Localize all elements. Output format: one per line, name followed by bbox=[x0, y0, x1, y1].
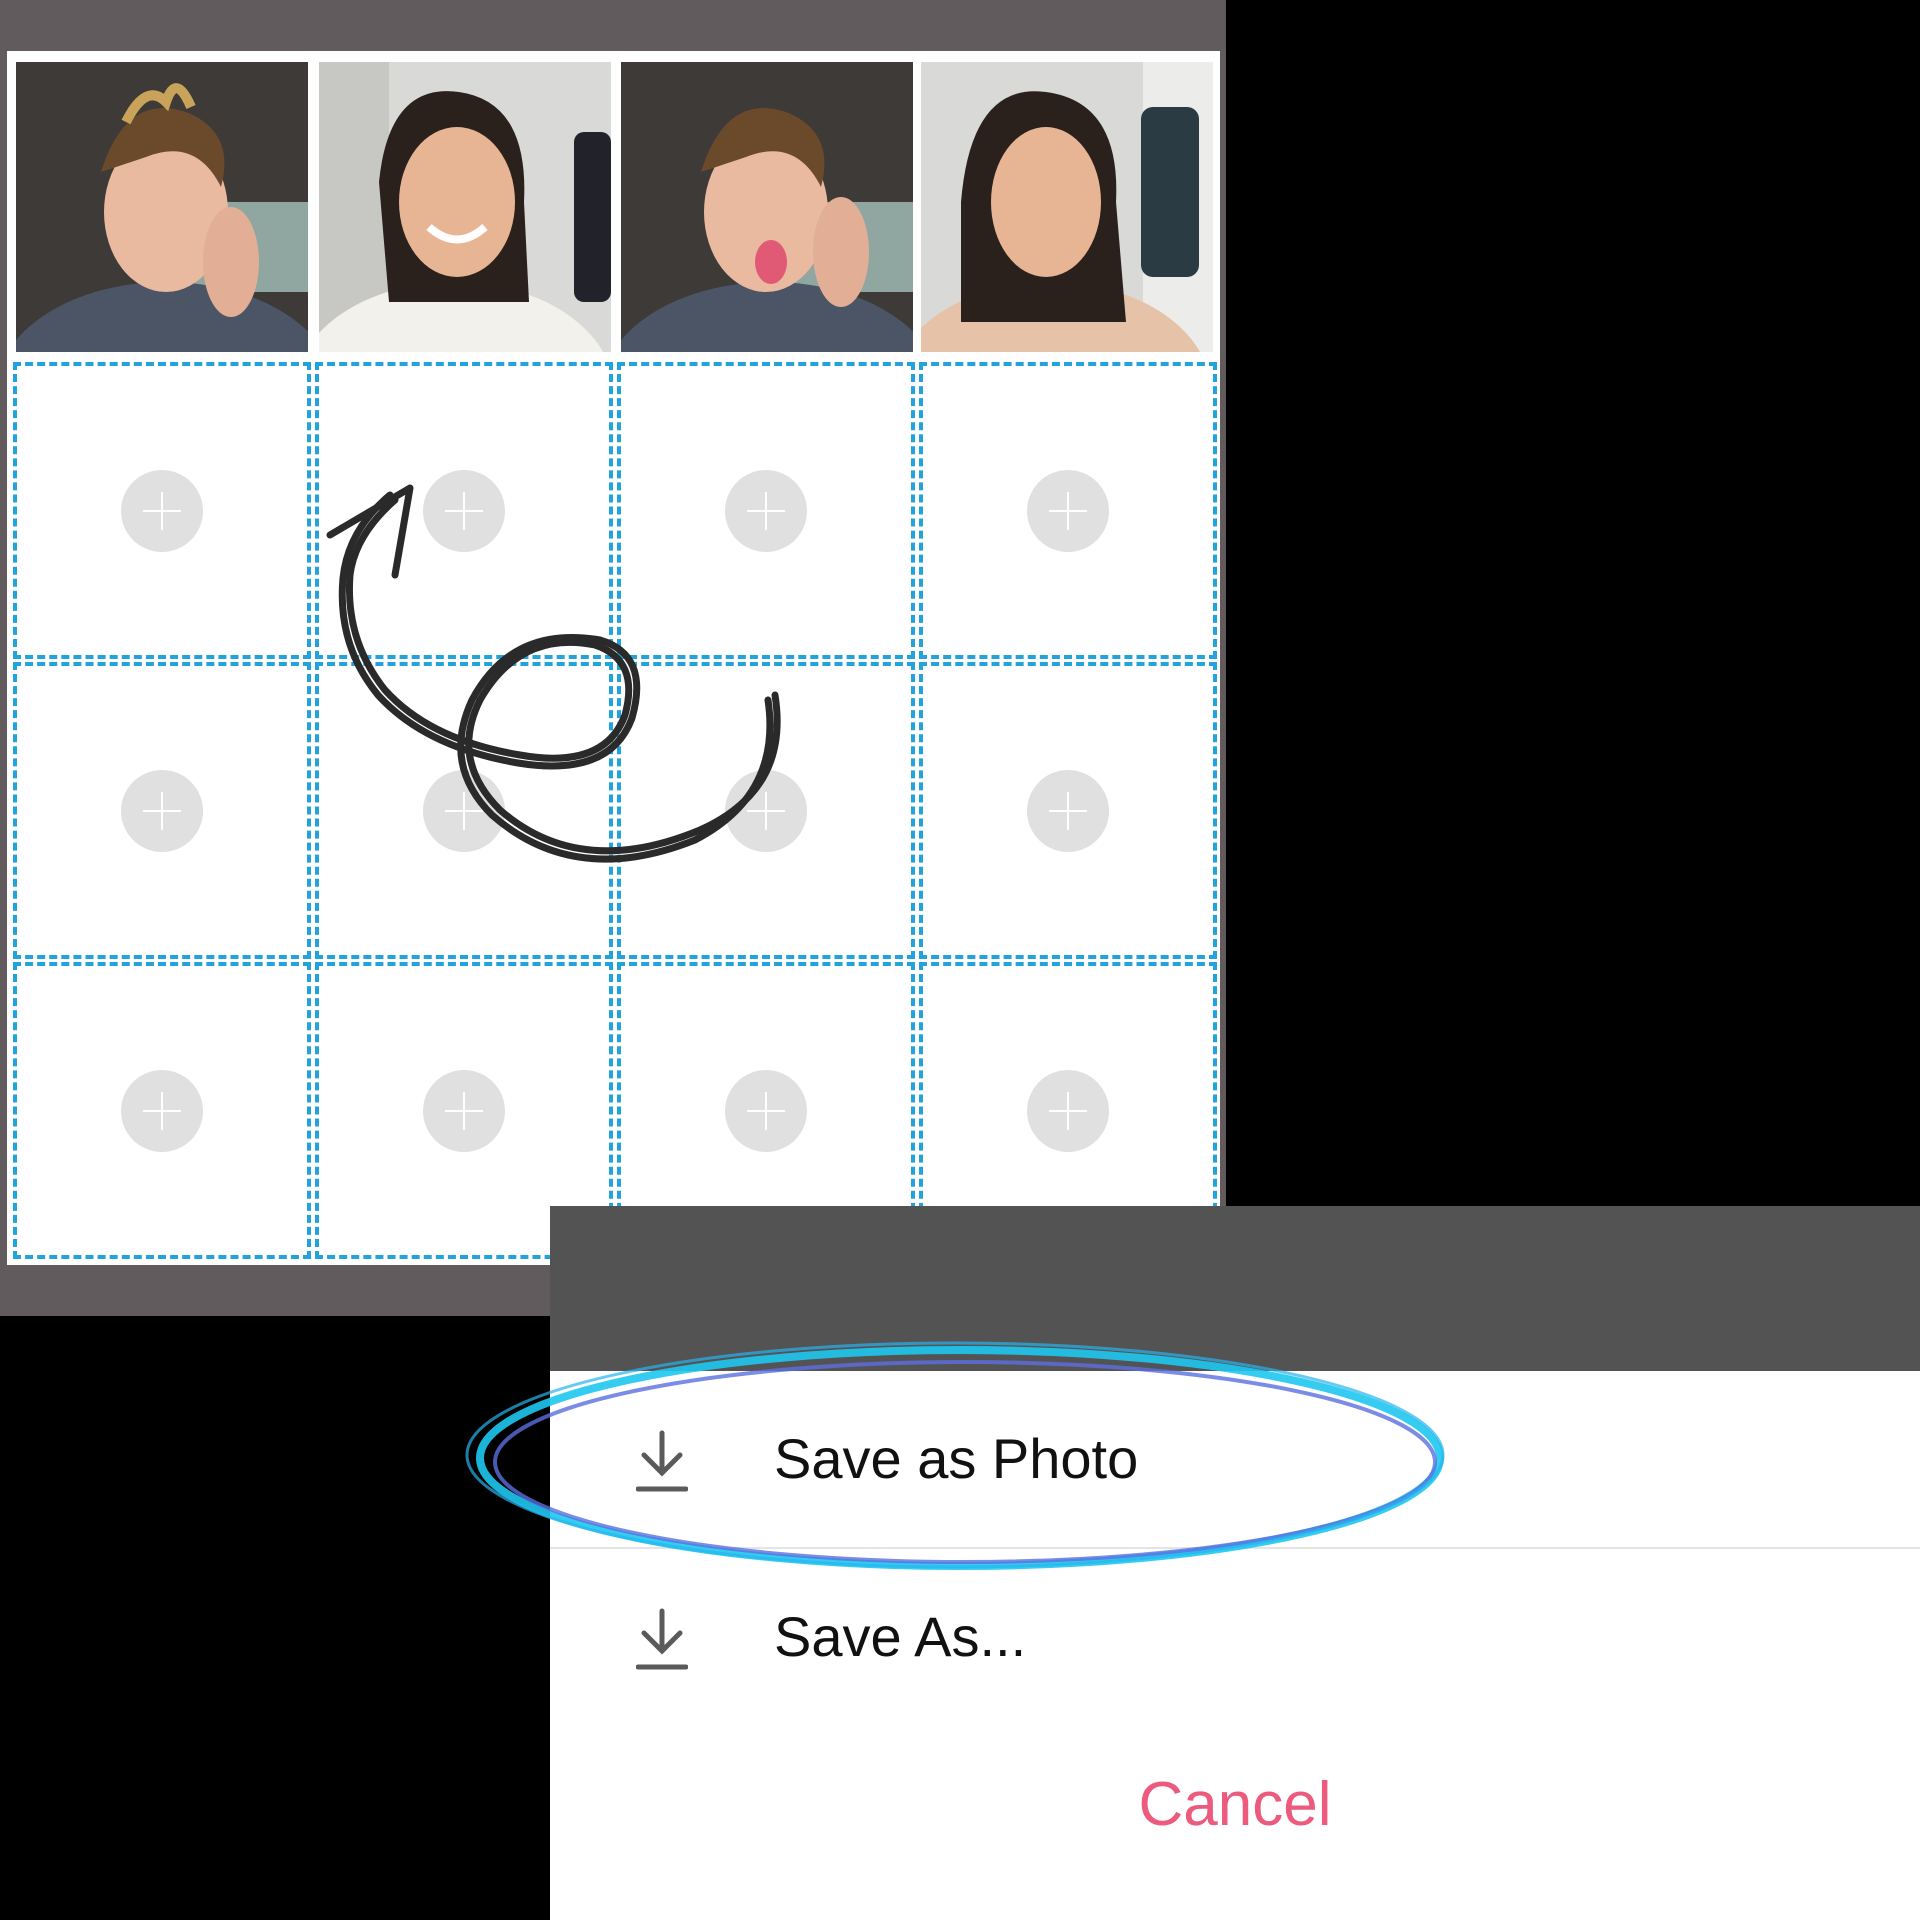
empty-slot[interactable] bbox=[315, 662, 613, 959]
download-icon bbox=[636, 1608, 688, 1670]
plus-icon[interactable] bbox=[1027, 469, 1109, 552]
save-action-sheet: Save as Photo Save As... Cancel bbox=[550, 1371, 1920, 1920]
grid-photo-3[interactable] bbox=[621, 62, 913, 352]
selfie-photo-3 bbox=[621, 62, 913, 352]
selfie-photo-2 bbox=[319, 62, 611, 352]
plus-icon[interactable] bbox=[725, 469, 807, 552]
plus-icon[interactable] bbox=[1027, 1069, 1109, 1152]
plus-icon[interactable] bbox=[423, 1069, 505, 1152]
plus-icon[interactable] bbox=[423, 769, 505, 852]
plus-icon[interactable] bbox=[121, 769, 203, 852]
grid-photo-1[interactable] bbox=[16, 62, 308, 352]
grid-photo-2[interactable] bbox=[319, 62, 611, 352]
empty-slot[interactable] bbox=[617, 662, 915, 959]
plus-icon[interactable] bbox=[725, 769, 807, 852]
empty-slot[interactable] bbox=[13, 962, 311, 1259]
selfie-photo-4 bbox=[921, 62, 1213, 352]
sheet-header bbox=[550, 1206, 1920, 1371]
plus-icon[interactable] bbox=[725, 1069, 807, 1152]
empty-slot[interactable] bbox=[315, 362, 613, 659]
empty-slot[interactable] bbox=[919, 362, 1217, 659]
empty-slot[interactable] bbox=[13, 662, 311, 959]
save-as-photo-label: Save as Photo bbox=[774, 1427, 1139, 1490]
save-as-photo-button[interactable]: Save as Photo bbox=[550, 1371, 1920, 1549]
plus-icon[interactable] bbox=[121, 1069, 203, 1152]
selfie-photo-1 bbox=[16, 62, 308, 352]
save-as-button[interactable]: Save As... bbox=[550, 1549, 1920, 1725]
save-as-label: Save As... bbox=[774, 1605, 1027, 1668]
plus-icon[interactable] bbox=[1027, 769, 1109, 852]
empty-slot[interactable] bbox=[13, 362, 311, 659]
empty-slot[interactable] bbox=[617, 362, 915, 659]
cancel-button[interactable]: Cancel bbox=[550, 1769, 1920, 1841]
empty-slot[interactable] bbox=[919, 662, 1217, 959]
editor-panel bbox=[0, 0, 1226, 1316]
download-icon bbox=[636, 1430, 688, 1492]
plus-icon[interactable] bbox=[121, 469, 203, 552]
grid-photo-4[interactable] bbox=[921, 62, 1213, 352]
plus-icon[interactable] bbox=[423, 469, 505, 552]
